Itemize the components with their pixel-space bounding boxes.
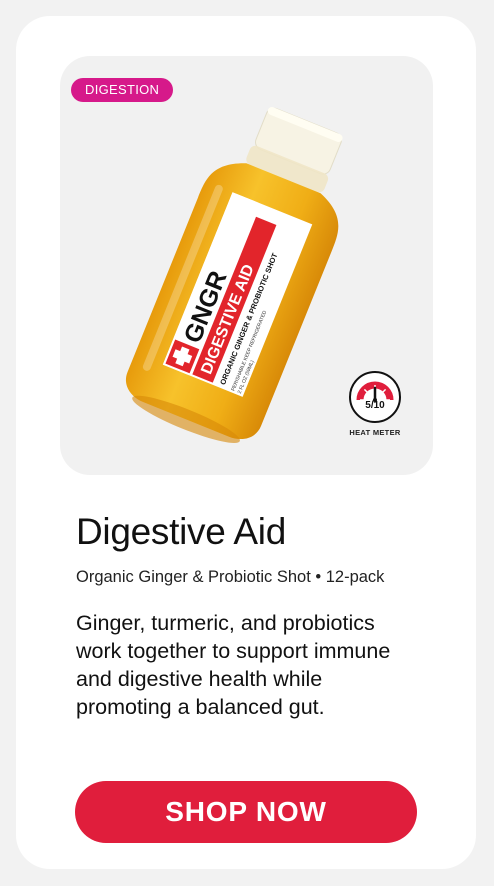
heat-meter-icon: 5/10 bbox=[349, 371, 401, 423]
heat-meter-value: 5/10 bbox=[365, 400, 385, 411]
category-badge: DIGESTION bbox=[71, 78, 174, 102]
product-description: Ginger, turmeric, and probiotics work to… bbox=[76, 611, 391, 719]
shop-now-button[interactable]: SHOP NOW bbox=[75, 781, 417, 843]
heat-meter: 5/10 HEAT METER bbox=[345, 371, 405, 451]
heat-meter-label: HEAT METER bbox=[349, 428, 401, 437]
product-subtitle: Organic Ginger & Probiotic Shot • 12-pac… bbox=[76, 568, 385, 586]
product-card[interactable]: GNGR DIGESTIVE AID ORGANIC GINGER & PROB… bbox=[16, 16, 476, 869]
product-title: Digestive Aid bbox=[76, 511, 286, 552]
product-image-panel[interactable]: GNGR DIGESTIVE AID ORGANIC GINGER & PROB… bbox=[60, 56, 433, 475]
